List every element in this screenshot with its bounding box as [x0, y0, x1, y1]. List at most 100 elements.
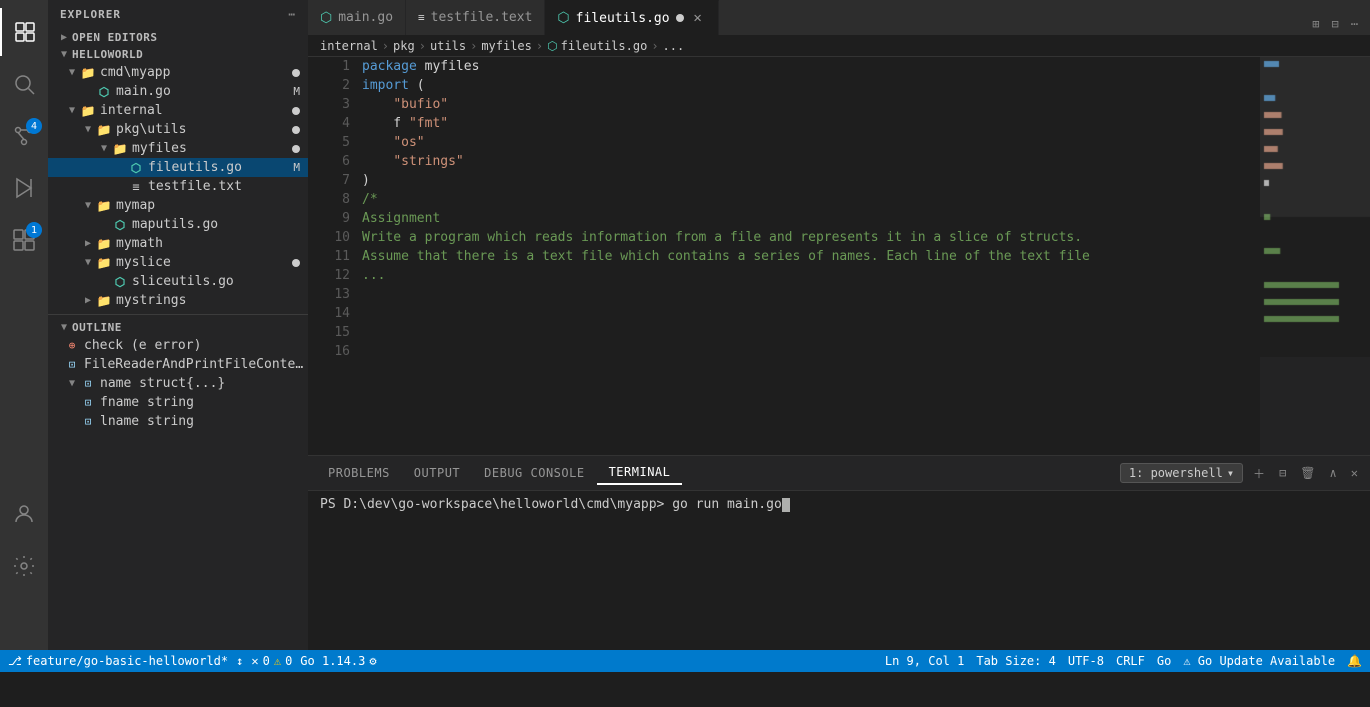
outline-fname-label: fname string — [100, 395, 194, 410]
outline-item-filereader[interactable]: ⊡ FileReaderAndPrintFileContentAss... — [48, 355, 308, 374]
code-view[interactable]: 1 2 3 4 5 6 7 8 9 10 11 12 13 14 15 16 — [308, 57, 1260, 455]
mymap-arrow: ▼ — [80, 200, 96, 211]
editor-top-actions: ⊞ ⊟ ⋯ — [1308, 13, 1370, 35]
terminal-trash-btn[interactable]: 🗑 — [1296, 464, 1319, 482]
split-editor-icon[interactable]: ⊞ — [1308, 13, 1323, 35]
terminal-up-btn[interactable]: ∧ — [1326, 464, 1341, 482]
tab-terminal[interactable]: TERMINAL — [597, 461, 683, 485]
terminal-add-btn[interactable]: ＋ — [1249, 463, 1269, 484]
status-encoding[interactable]: UTF-8 — [1068, 654, 1104, 668]
main-go-tab-label: main.go — [338, 10, 393, 25]
terminal-close-btn[interactable]: ✕ — [1347, 464, 1362, 482]
tree-item-maputils[interactable]: ▶ ⬡ maputils.go — [48, 215, 308, 234]
status-branch[interactable]: ⎇ feature/go-basic-helloworld* — [8, 654, 228, 668]
code-line-16: ... — [362, 266, 1260, 285]
myfiles-dot — [292, 145, 300, 153]
breadcrumb-fileutils[interactable]: ⬡ fileutils.go — [547, 39, 647, 53]
terminal-split-btn[interactable]: ⊟ — [1275, 464, 1290, 482]
status-right: Ln 9, Col 1 Tab Size: 4 UTF-8 CRLF Go ⚠ … — [885, 654, 1362, 668]
tree-item-myslice[interactable]: ▼ 📁 myslice — [48, 253, 308, 272]
status-bar: ⎇ feature/go-basic-helloworld* ↕ ✕ 0 ⚠ 0… — [0, 650, 1370, 672]
outline-section-header[interactable]: ▼ OUTLINE — [48, 319, 308, 336]
tree-item-fileutils[interactable]: ▶ ⬡ fileutils.go M — [48, 158, 308, 177]
activity-extensions[interactable]: 1 — [0, 216, 48, 264]
tab-main-go[interactable]: ⬡ main.go — [308, 0, 406, 35]
status-go-version[interactable]: Go 1.14.3 ⚙ — [300, 654, 376, 668]
testfile-label: testfile.txt — [148, 179, 242, 194]
more-actions-icon[interactable]: ⋯ — [1347, 13, 1362, 35]
status-sync[interactable]: ↕ — [236, 654, 243, 668]
terminal-content[interactable]: PS D:\dev\go-workspace\helloworld\cmd\my… — [308, 491, 1370, 650]
tab-fileutils-go[interactable]: ⬡ fileutils.go ✕ — [545, 0, 718, 35]
terminal-prompt: PS D:\dev\go-workspace\helloworld\cmd\my… — [320, 497, 782, 512]
status-language[interactable]: Go — [1157, 654, 1171, 668]
cmd-myapp-arrow: ▼ — [64, 67, 80, 78]
fileutils-label: fileutils.go — [148, 160, 242, 175]
status-update[interactable]: ⚠ Go Update Available — [1183, 654, 1335, 668]
helloworld-section[interactable]: ▼ HELLOWORLD — [48, 46, 308, 63]
status-ln-col[interactable]: Ln 9, Col 1 — [885, 654, 964, 668]
tree-item-mystrings[interactable]: ▶ 📁 mystrings — [48, 291, 308, 310]
tree-item-main-go[interactable]: ▶ ⬡ main.go M — [48, 82, 308, 101]
breadcrumb-internal[interactable]: internal — [320, 39, 378, 53]
maputils-go-icon: ⬡ — [112, 218, 128, 232]
tree-item-myfiles[interactable]: ▼ 📁 myfiles — [48, 139, 308, 158]
editor-content: 1 2 3 4 5 6 7 8 9 10 11 12 13 14 15 16 — [308, 57, 1370, 455]
activity-explorer[interactable] — [0, 8, 48, 56]
activity-source-control[interactable]: 4 — [0, 112, 48, 160]
mystrings-label: mystrings — [116, 293, 186, 308]
go-version-label: Go 1.14.3 — [300, 654, 365, 668]
activity-settings[interactable] — [0, 542, 48, 590]
tab-testfile-text[interactable]: ≡ testfile.text — [406, 0, 545, 35]
code-line-15: Assume that there is a text file which c… — [362, 247, 1260, 266]
status-errors[interactable]: ✕ 0 ⚠ 0 — [251, 654, 292, 668]
layout-icon[interactable]: ⊟ — [1328, 13, 1343, 35]
tabs-bar: ⬡ main.go ≡ testfile.text ⬡ fileutils.go… — [308, 0, 1370, 35]
status-line-ending[interactable]: CRLF — [1116, 654, 1145, 668]
breadcrumb-pkg[interactable]: pkg — [393, 39, 415, 53]
open-editors-label: OPEN EDITORS — [72, 31, 157, 44]
tree-item-pkg-utils[interactable]: ▼ 📁 pkg\utils — [48, 120, 308, 139]
tab-debug-console[interactable]: DEBUG CONSOLE — [472, 462, 596, 484]
activity-account[interactable] — [0, 490, 48, 538]
breadcrumb-dots[interactable]: ... — [663, 39, 685, 53]
outline-item-fname[interactable]: ⊡ fname string — [48, 393, 308, 412]
breadcrumb: internal › pkg › utils › myfiles › ⬡ fil… — [308, 35, 1370, 57]
tab-size-label: Tab Size: 4 — [976, 654, 1055, 668]
tree-item-internal[interactable]: ▼ 📁 internal — [48, 101, 308, 120]
tree-item-sliceutils[interactable]: ▶ ⬡ sliceutils.go — [48, 272, 308, 291]
activity-search[interactable] — [0, 60, 48, 108]
cmd-myapp-dot — [292, 69, 300, 77]
tree-item-testfile[interactable]: ▶ ≡ testfile.txt — [48, 177, 308, 196]
outline-item-lname[interactable]: ⊡ lname string — [48, 412, 308, 431]
sliceutils-label: sliceutils.go — [132, 274, 234, 289]
terminal-shell-selector[interactable]: 1: powershell ▾ — [1120, 463, 1243, 483]
pkg-utils-label: pkg\utils — [116, 122, 186, 137]
language-label: Go — [1157, 654, 1171, 668]
breadcrumb-utils[interactable]: utils — [430, 39, 466, 53]
field-icon-fname: ⊡ — [80, 396, 96, 409]
testfile-txt-icon: ≡ — [128, 180, 144, 194]
status-notifications[interactable]: 🔔 — [1347, 654, 1362, 668]
open-editors-section[interactable]: ▶ OPEN EDITORS — [48, 29, 308, 46]
branch-label: feature/go-basic-helloworld* — [26, 654, 228, 668]
fileutils-tab-close[interactable]: ✕ — [690, 10, 706, 26]
tab-output[interactable]: OUTPUT — [402, 462, 472, 484]
tree-item-mymap[interactable]: ▼ 📁 mymap — [48, 196, 308, 215]
minimap — [1260, 57, 1370, 455]
tree-item-cmd-myapp[interactable]: ▼ 📁 cmd\myapp — [48, 63, 308, 82]
mymap-folder-icon: 📁 — [96, 199, 112, 213]
main-go-badge: M — [293, 85, 300, 98]
outline-item-name-struct[interactable]: ▼ ⊡ name struct{...} — [48, 374, 308, 393]
outline-item-check[interactable]: ⊕ check (e error) — [48, 336, 308, 355]
activity-run[interactable] — [0, 164, 48, 212]
code-text[interactable]: package myfiles import ( "bufio" f "fmt"… — [358, 57, 1260, 455]
extensions-badge: 1 — [26, 222, 42, 238]
new-file-icon[interactable]: ⋯ — [288, 8, 296, 21]
status-tab-size[interactable]: Tab Size: 4 — [976, 654, 1055, 668]
breadcrumb-myfiles[interactable]: myfiles — [481, 39, 532, 53]
testfile-tab-icon: ≡ — [418, 11, 425, 24]
tree-item-mymath[interactable]: ▶ 📁 mymath — [48, 234, 308, 253]
tab-problems[interactable]: PROBLEMS — [316, 462, 402, 484]
name-struct-arrow: ▼ — [64, 378, 80, 389]
